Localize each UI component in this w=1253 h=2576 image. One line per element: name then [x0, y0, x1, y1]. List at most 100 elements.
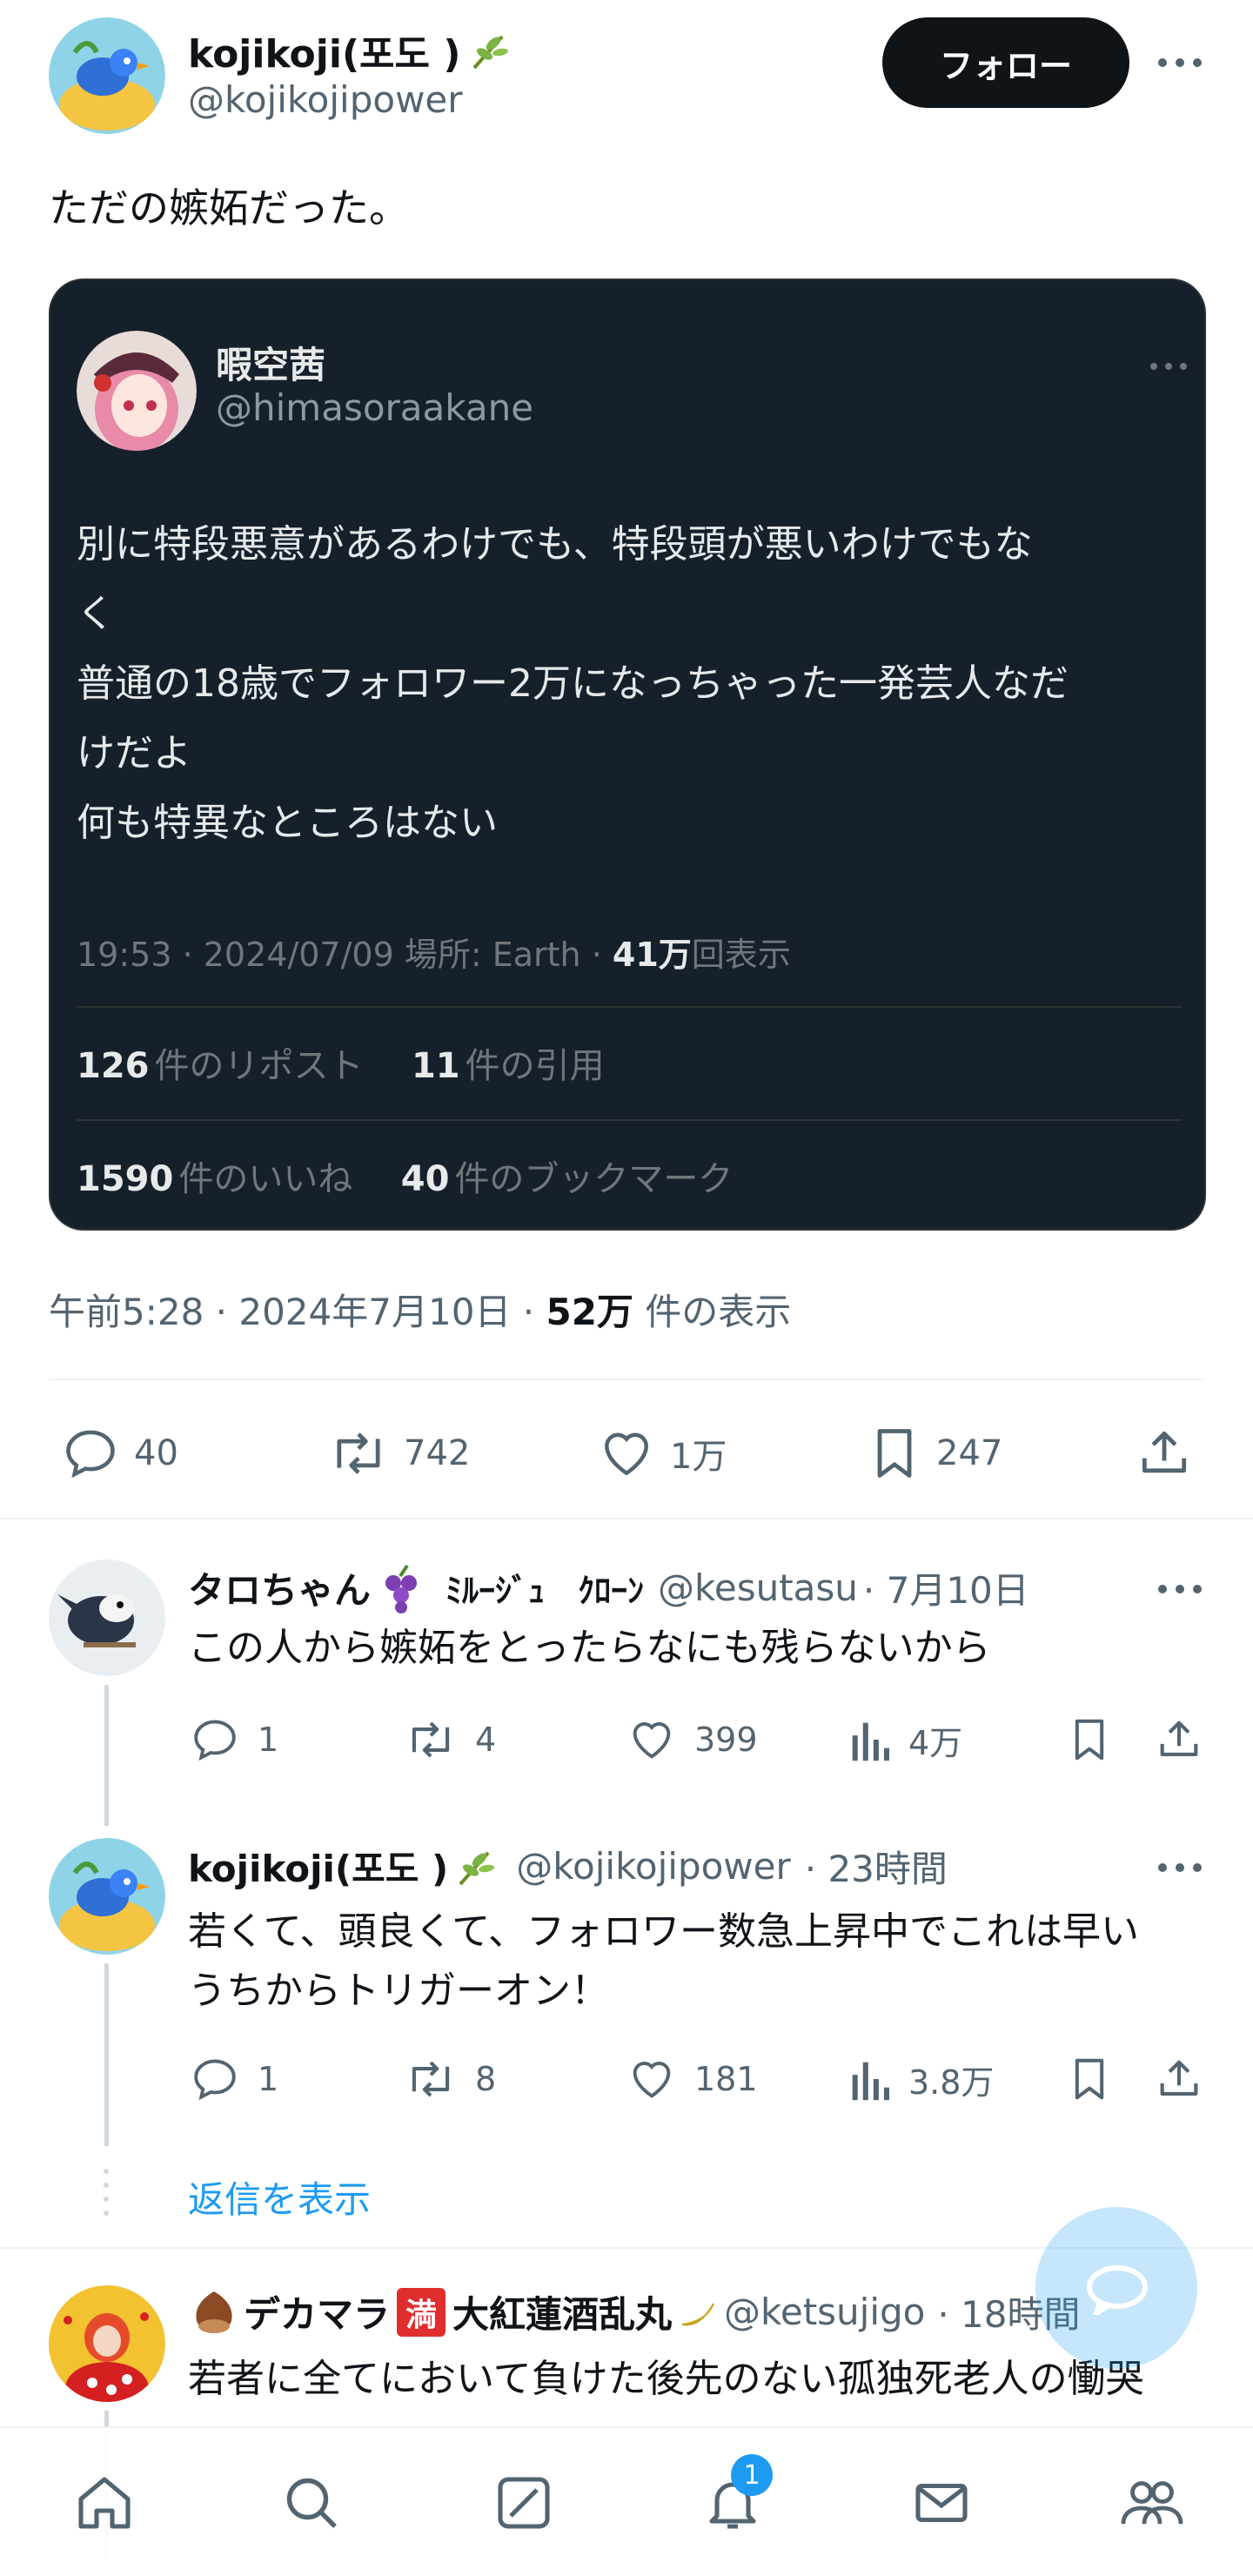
- reply-like-button[interactable]: 181: [626, 2054, 758, 2104]
- bookmark-icon: [867, 1424, 922, 1483]
- herb-icon: [453, 1844, 499, 1889]
- reply-retweet-button[interactable]: 4: [404, 1714, 496, 1765]
- retweet-icon: [404, 2054, 458, 2104]
- reply-icon: [61, 1424, 120, 1483]
- quoted-divider: [77, 1006, 1182, 1008]
- quoted-meta: 19:53 · 2024/07/09 場所: Earth · 41万回表示: [77, 928, 791, 976]
- reply-time[interactable]: · 7月10日: [863, 1561, 1029, 1614]
- quoted-line: 別に特段悪意があるわけでも、特段頭が悪いわけでもな: [77, 522, 1033, 567]
- like-count: 1万: [670, 1437, 727, 1477]
- communities-icon[interactable]: [1117, 2472, 1187, 2534]
- grapes-icon: [376, 1562, 428, 1614]
- herb-icon: [467, 28, 513, 73]
- likes-label[interactable]: 件のいいね: [178, 1159, 352, 1199]
- reply-button[interactable]: 40: [61, 1424, 178, 1483]
- follow-button[interactable]: フォロー: [882, 17, 1129, 108]
- quoted-line: 普通の18歳でフォロワー2万になっちゃった一発芸人なだ: [77, 661, 1069, 706]
- author-name[interactable]: kojikoji(포도 ): [188, 23, 460, 78]
- heart-icon: [626, 1714, 677, 1765]
- reply-avatar[interactable]: [49, 2285, 165, 2402]
- show-replies-link[interactable]: 返信を表示: [188, 2170, 371, 2224]
- reply-author-name[interactable]: kojikoji(포도 ): [188, 1840, 448, 1893]
- reply-avatar[interactable]: [49, 1560, 165, 1676]
- retweet-button[interactable]: 742: [327, 1424, 470, 1483]
- reply-icon: [190, 2054, 240, 2104]
- reply-author-name[interactable]: デカマラ: [244, 2285, 390, 2338]
- quoted-repost-stats: 126 件のリポスト 11 件の引用: [77, 1037, 605, 1088]
- compose-fab[interactable]: [1035, 2207, 1197, 2369]
- reply-text: 若くて、頭良くて、フォロワー数急上昇中でこれは早い うちからトリガーオン！: [188, 1902, 1139, 2021]
- more-options-icon[interactable]: [1156, 49, 1204, 77]
- retweet-count: 4: [475, 1721, 497, 1759]
- tweet-views-count: 52万: [546, 1291, 633, 1333]
- reposts-label[interactable]: 件のリポスト: [155, 1046, 364, 1086]
- like-count: 181: [694, 2060, 758, 2098]
- full-badge-icon: 満: [397, 2287, 446, 2337]
- author-name-row: kojikoji(포도 ): [188, 23, 513, 78]
- search-icon[interactable]: [280, 2472, 343, 2534]
- bookmark-button[interactable]: 247: [867, 1424, 1002, 1483]
- views-count: 4万: [908, 1723, 963, 1762]
- author-avatar[interactable]: [49, 17, 165, 134]
- banana-icon: [675, 2290, 720, 2335]
- reply-reply-button[interactable]: 1: [190, 1714, 278, 1765]
- reply-reply-button[interactable]: 1: [190, 2054, 278, 2104]
- share-icon[interactable]: [1154, 2054, 1204, 2104]
- thread-line: [104, 1963, 109, 2146]
- reply-more-icon[interactable]: [1156, 1575, 1204, 1603]
- reply-handle[interactable]: @kojikojipower: [516, 1845, 791, 1888]
- quotes-label[interactable]: 件の引用: [466, 1046, 605, 1086]
- quoted-line: けだよ: [77, 731, 191, 775]
- reply-time[interactable]: · 23時間: [805, 1840, 948, 1893]
- retweet-icon: [404, 1714, 458, 1765]
- bookmark-icon[interactable]: [1067, 2054, 1112, 2104]
- quoted-author-name[interactable]: 暇空茜: [216, 336, 325, 389]
- reply-text-line: うちからトリガーオン！: [188, 1969, 609, 2013]
- home-icon[interactable]: [73, 2472, 136, 2534]
- likes-count: 1590: [77, 1159, 174, 1199]
- section-divider: [0, 1518, 1253, 1519]
- messages-icon[interactable]: [910, 2472, 973, 2534]
- tweet-views-label: 件の表示: [633, 1291, 792, 1333]
- reply-text-line: 若くて、頭良くて、フォロワー数急上昇中でこれは早い: [188, 1909, 1139, 1954]
- bookmark-icon[interactable]: [1067, 1714, 1112, 1765]
- reply-header: タロちゃん ﾐﾙｰｼﾞｭ ｸﾛｰﾝ @kesutasu · 7月10日: [188, 1561, 1154, 1614]
- quoted-author-avatar[interactable]: [77, 331, 197, 451]
- reply-handle[interactable]: @ketsujigo: [724, 2291, 925, 2333]
- tweet-text: ただの嫉妬だった。: [49, 184, 409, 231]
- bookmarks-count: 40: [400, 1159, 450, 1199]
- grok-icon[interactable]: [492, 2472, 555, 2534]
- reply-views-button[interactable]: 3.8万: [848, 2054, 994, 2104]
- quoted-author-handle[interactable]: @himasoraakane: [216, 386, 533, 429]
- thread-line: [104, 1685, 109, 1826]
- share-icon[interactable]: [1135, 1424, 1194, 1483]
- quoted-line: く: [77, 592, 115, 636]
- reply-views-button[interactable]: 4万: [848, 1714, 962, 1765]
- retweet-count: 742: [404, 1433, 471, 1473]
- reply-dotted-line: [103, 2167, 110, 2221]
- reply-author-suffix: ﾐﾙｰｼﾞｭ ｸﾛｰﾝ: [446, 1572, 645, 1610]
- reply-more-icon[interactable]: [1156, 1854, 1204, 1882]
- reply-count: 1: [258, 1721, 279, 1759]
- analytics-icon: [848, 2054, 891, 2104]
- quoted-more-icon[interactable]: [1149, 357, 1189, 376]
- quoted-tweet-card[interactable]: 暇空茜 @himasoraakane 別に特段悪意があるわけでも、特段頭が悪いわ…: [49, 278, 1206, 1231]
- quoted-views-count: 41万: [612, 936, 692, 974]
- reply-author-suffix: 大紅蓮酒乱丸: [452, 2293, 673, 2336]
- heart-icon: [626, 2054, 677, 2104]
- reposts-count: 126: [77, 1046, 150, 1086]
- share-icon[interactable]: [1154, 1714, 1204, 1765]
- reply-text: 若者に全てにおいて負けた後先のない孤独死老人の慟哭: [188, 2357, 1144, 2401]
- author-handle[interactable]: @kojikojipower: [188, 78, 463, 121]
- bookmarks-label[interactable]: 件のブックマーク: [454, 1159, 733, 1199]
- tweet-timestamp[interactable]: 午前5:28 · 2024年7月10日 ·: [49, 1291, 546, 1333]
- reply-like-button[interactable]: 399: [626, 1714, 758, 1765]
- like-button[interactable]: 1万: [597, 1424, 727, 1483]
- like-count: 399: [694, 1721, 758, 1759]
- reply-avatar[interactable]: [49, 1838, 165, 1955]
- reply-text: この人から嫉妬をとったらなにも残らないから: [188, 1626, 991, 1670]
- reply-author-name[interactable]: タロちゃん: [188, 1561, 371, 1614]
- reply-retweet-button[interactable]: 8: [404, 2054, 496, 2104]
- reply-handle[interactable]: @kesutasu: [658, 1566, 858, 1609]
- divider: [49, 1379, 1206, 1380]
